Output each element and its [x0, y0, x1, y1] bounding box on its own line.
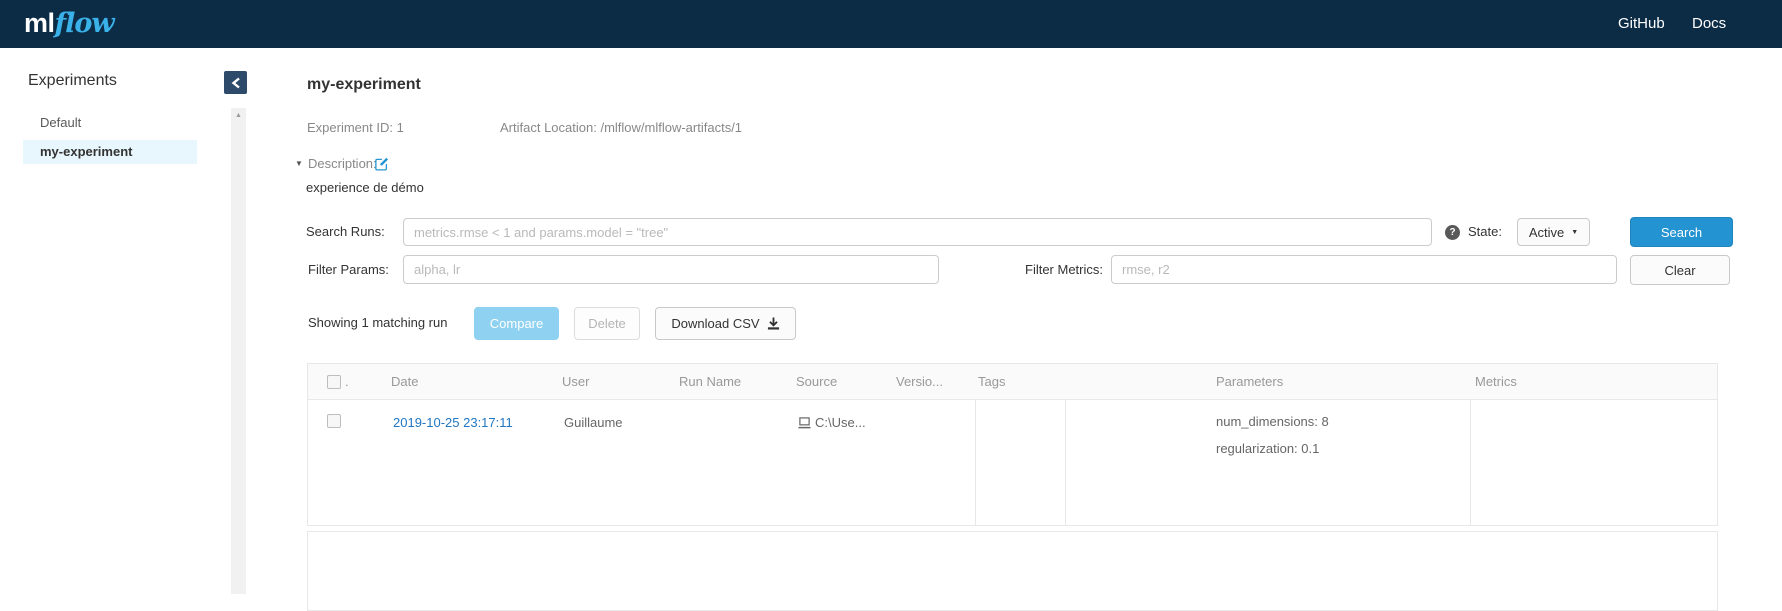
sidebar-item-my-experiment[interactable]: my-experiment [23, 140, 197, 164]
column-header-user[interactable]: User [562, 364, 589, 400]
column-header-version[interactable]: Versio... [896, 364, 943, 400]
search-runs-label: Search Runs: [306, 224, 385, 239]
table-footer-panel [307, 531, 1718, 611]
column-header-tags[interactable]: Tags [978, 364, 1005, 400]
compare-button-label: Compare [490, 316, 543, 331]
download-csv-label: Download CSV [671, 316, 759, 331]
state-dropdown[interactable]: Active ▼ [1517, 218, 1590, 246]
filter-params-input[interactable] [403, 255, 939, 284]
matching-runs-text: Showing 1 matching run [308, 315, 447, 330]
search-button-label: Search [1661, 225, 1702, 240]
top-navbar: mlflow GitHub Docs [0, 0, 1782, 48]
run-user: Guillaume [564, 415, 623, 430]
sidebar-item-label: my-experiment [40, 140, 197, 164]
run-source: C:\Use... [815, 415, 866, 430]
mlflow-logo[interactable]: mlflow [24, 6, 114, 41]
sidebar-item-default[interactable]: Default [40, 115, 81, 130]
download-icon [767, 317, 780, 330]
clear-button[interactable]: Clear [1630, 255, 1730, 285]
clear-button-label: Clear [1664, 263, 1695, 278]
description-collapse-icon[interactable]: ▼ [295, 159, 303, 168]
run-parameter: regularization: 0.1 [1216, 435, 1329, 462]
nav-link-github[interactable]: GitHub [1618, 0, 1665, 48]
page-title: my-experiment [307, 76, 421, 94]
download-csv-button[interactable]: Download CSV [655, 307, 796, 340]
compare-button[interactable]: Compare [474, 307, 559, 340]
run-parameter: num_dimensions: 8 [1216, 408, 1329, 435]
header-sort-dot: . [345, 364, 349, 400]
column-header-parameters[interactable]: Parameters [1216, 364, 1283, 400]
column-header-date[interactable]: Date [391, 364, 418, 400]
row-checkbox[interactable] [327, 414, 341, 428]
filter-params-label: Filter Params: [308, 262, 389, 277]
search-runs-input[interactable] [403, 218, 1432, 246]
state-label: State: [1468, 224, 1502, 239]
laptop-icon [798, 417, 811, 429]
logo-flow-text: flow [55, 8, 114, 39]
sidebar-scrollbar[interactable]: ▲ [231, 108, 246, 594]
scrollbar-up-icon[interactable]: ▲ [231, 112, 246, 119]
artifact-location: Artifact Location: /mlflow/mlflow-artifa… [500, 120, 742, 135]
runs-table-header: . Date User Run Name Source Versio... Ta… [308, 364, 1717, 400]
runs-table: . Date User Run Name Source Versio... Ta… [307, 363, 1718, 526]
filter-metrics-input[interactable] [1111, 255, 1617, 284]
sidebar-collapse-button[interactable] [224, 71, 247, 94]
column-header-source[interactable]: Source [796, 364, 837, 400]
search-button[interactable]: Search [1630, 217, 1733, 247]
delete-button-label: Delete [588, 316, 626, 331]
description-label: Description: [308, 156, 377, 171]
column-divider [975, 400, 976, 525]
experiment-id-value: 1 [397, 120, 404, 135]
artifact-location-value: /mlflow/mlflow-artifacts/1 [600, 120, 742, 135]
sidebar-title: Experiments [28, 72, 117, 90]
artifact-location-label: Artifact Location: [500, 120, 597, 135]
run-parameters: num_dimensions: 8 regularization: 0.1 [1216, 408, 1329, 462]
column-divider [1065, 400, 1066, 525]
column-header-run-name[interactable]: Run Name [679, 364, 741, 400]
run-date-link[interactable]: 2019-10-25 23:17:11 [393, 415, 513, 430]
chevron-down-icon: ▼ [1571, 229, 1578, 236]
state-dropdown-value: Active [1529, 225, 1564, 240]
column-header-metrics[interactable]: Metrics [1475, 364, 1517, 400]
column-divider [1470, 400, 1471, 525]
delete-button[interactable]: Delete [574, 307, 640, 340]
experiment-id: Experiment ID: 1 [307, 120, 404, 135]
edit-description-icon[interactable] [374, 156, 389, 171]
filter-metrics-label: Filter Metrics: [1025, 262, 1103, 277]
chevron-left-icon [231, 77, 241, 89]
experiment-id-label: Experiment ID: [307, 120, 393, 135]
description-text: experience de démo [306, 180, 424, 195]
help-icon[interactable]: ? [1445, 225, 1460, 240]
logo-ml-text: ml [24, 8, 55, 38]
select-all-checkbox[interactable] [327, 375, 341, 389]
nav-link-docs[interactable]: Docs [1692, 0, 1726, 48]
